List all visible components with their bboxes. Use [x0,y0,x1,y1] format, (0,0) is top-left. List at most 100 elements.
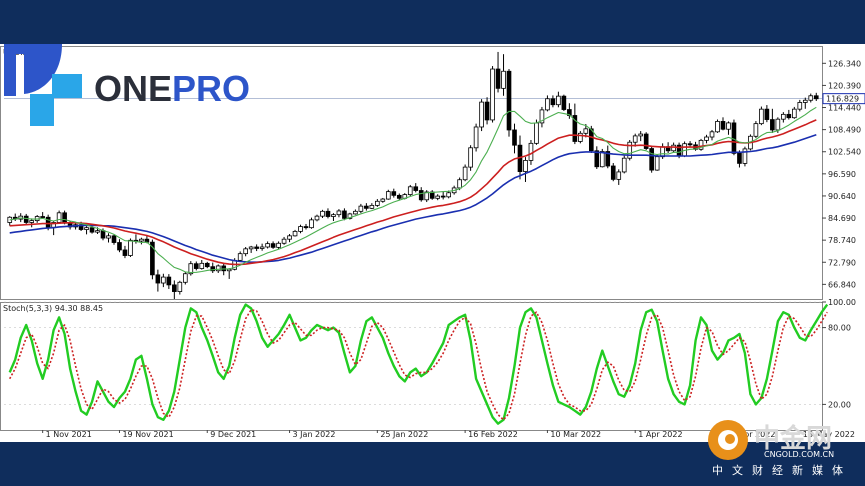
candle-body-bear [391,191,397,196]
candle [802,97,808,109]
candle [292,229,298,237]
candle [407,184,413,197]
candle [259,243,265,251]
candle-body-bear [254,246,259,249]
price-tick-label: 114.440 [828,104,861,113]
candle-body-bear [342,210,347,219]
candle-body-bull [802,99,808,103]
time-tick-label: 1 Nov 2021 [46,430,92,439]
candle-body-bull [353,210,358,215]
candle [808,93,814,103]
candle-body-bull [556,95,561,106]
candle [325,208,331,219]
candle [56,210,62,224]
candle [627,139,633,161]
candle-body-bear [40,216,45,218]
candle-body-bull [106,235,111,239]
candle-body-bear [561,95,567,110]
candle-body-bull [161,276,166,284]
candle-body-bull [292,230,298,237]
candle-body-bull [726,122,731,130]
candle-body-bull [358,205,364,212]
candle-body-bull [95,230,100,233]
price-tick-label: 120.390 [828,81,861,90]
candle-body-bull [599,151,605,168]
candle-body-bear [649,148,654,171]
candle [786,109,792,120]
candle [649,145,654,173]
time-tick-label: 3 Jan 2022 [293,430,336,439]
candle [468,145,473,171]
candle-body-bear [720,121,726,130]
candle [320,209,325,219]
candle [122,245,128,259]
candle [385,189,391,200]
candle-body-bear [89,227,95,233]
watermark-slogan: 中文财经新媒体 [712,464,852,477]
candle [314,214,320,222]
candle [188,261,194,276]
candle-body-bull [545,98,550,111]
candle [270,241,276,249]
price-tick-label: 108.490 [828,126,861,135]
candle-body-bull [276,242,281,248]
candle [764,105,770,123]
candle-body-bull [632,135,638,143]
chart-panel: 126.340 120.390 114.440 108.490 102.540 96.59… [0,44,865,442]
stoch-main-line [8,303,829,425]
candle [303,223,309,230]
candle-body-bear [111,235,117,243]
candle-body-bear [325,210,331,217]
time-tick-label: 25 Jan 2022 [380,430,428,439]
time-tick-label: 9 Dec 2021 [210,430,256,439]
logo-one-text: ONE [94,68,173,109]
candle-body-bull [287,235,292,240]
candle-body-bull [265,243,270,248]
candle [276,241,281,250]
candle-body-bull [199,262,205,269]
candle [172,280,177,299]
candle-body-bear [610,165,616,180]
candle [353,209,358,215]
candle [435,194,441,201]
candle [490,66,495,123]
candle [759,106,764,126]
candle-body-bull [715,121,720,133]
candle-body-bear [440,195,446,198]
candle [561,94,567,112]
candle-body-bull [215,265,221,272]
candle-body-bull [331,214,336,217]
candle [512,123,517,154]
candle [682,141,687,158]
candle-body-bull [704,136,709,141]
candle [556,91,561,108]
onepro-wordmark: ONEPRO [94,68,250,110]
candle-body-bull [336,210,342,216]
candle [182,271,188,285]
candle [418,187,424,202]
candle [29,218,35,228]
candle-body-bull [139,238,144,242]
candle-body-bear [166,276,172,286]
candle-body-bear [413,186,419,191]
candle [155,269,161,292]
candle [40,212,45,219]
candle [177,280,183,295]
candle-body-bear [731,122,737,154]
candle [797,99,803,112]
candle-body-bull [775,118,781,131]
candle [610,163,616,182]
candle-body-bull [385,191,391,200]
onepro-logo-icon [4,44,82,126]
candle [501,54,506,96]
candle-body-bull [654,156,660,171]
candle-body-bear [737,152,742,164]
candle [539,106,545,128]
candle-body-bear [506,70,512,131]
candle-body-bear [100,230,106,239]
candle [210,262,216,273]
candle-body-bull [435,195,441,199]
candle [545,95,550,112]
candle [643,132,649,151]
candle [523,157,528,182]
